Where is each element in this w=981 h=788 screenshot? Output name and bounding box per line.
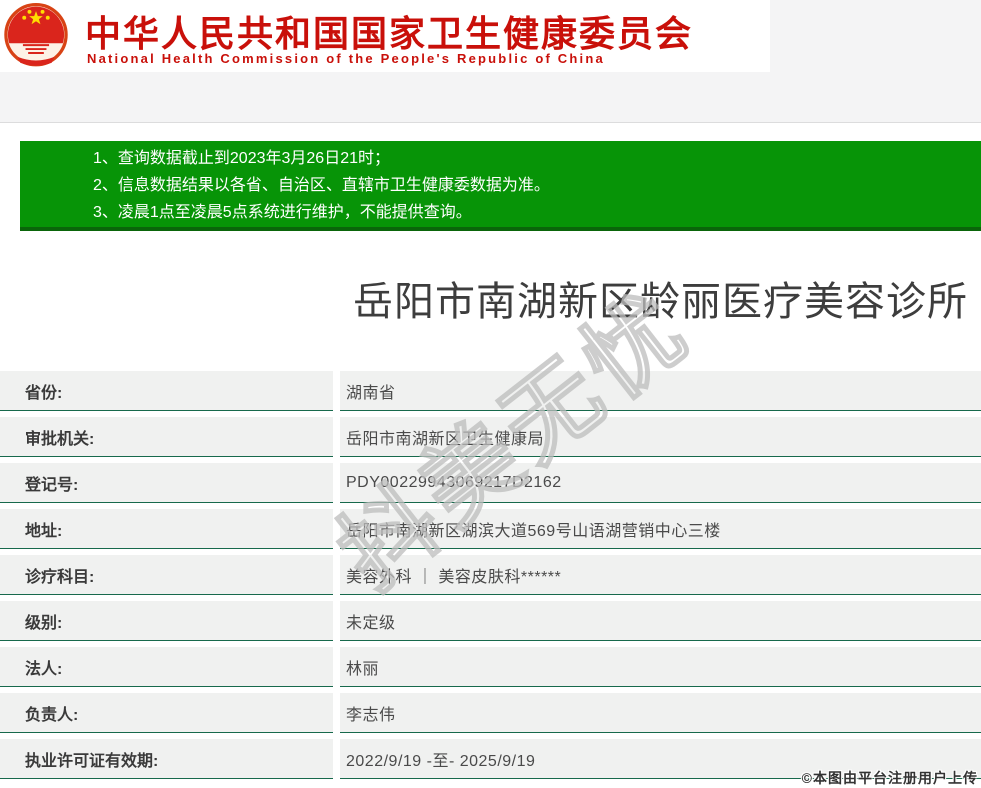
notice-box: 1、查询数据截止到2023年3月26日21时； 2、信息数据结果以各省、自治区、… bbox=[20, 141, 981, 231]
field-row: 负责人: 李志伟 bbox=[0, 693, 981, 733]
field-row: 登记号: PDY00229943069217D2162 bbox=[0, 463, 981, 503]
footer-credit: ©本图由平台注册用户上传 bbox=[802, 768, 978, 788]
field-label: 负责人: bbox=[0, 693, 333, 733]
field-value: PDY00229943069217D2162 bbox=[340, 463, 981, 503]
field-label: 诊疗科目: bbox=[0, 555, 333, 595]
field-label: 省份: bbox=[0, 371, 333, 411]
field-value: 湖南省 bbox=[340, 371, 981, 411]
field-value: 岳阳市南湖新区卫生健康局 bbox=[340, 417, 981, 457]
field-label: 地址: bbox=[0, 509, 333, 549]
field-label: 登记号: bbox=[0, 463, 333, 503]
page: 中华人民共和国国家卫生健康委员会 National Health Commiss… bbox=[0, 0, 981, 788]
column-gap bbox=[333, 417, 340, 457]
field-row: 地址: 岳阳市南湖新区湖滨大道569号山语湖营销中心三楼 bbox=[0, 509, 981, 549]
field-value: 未定级 bbox=[340, 601, 981, 641]
field-row: 级别: 未定级 bbox=[0, 601, 981, 641]
prc-national-emblem-icon bbox=[3, 2, 69, 70]
clinic-name-title: 岳阳市南湖新区龄丽医疗美容诊所 bbox=[0, 277, 981, 327]
notice-item: 1、查询数据截止到2023年3月26日21时； bbox=[93, 145, 971, 172]
column-gap bbox=[333, 509, 340, 549]
field-row: 省份: 湖南省 bbox=[0, 371, 981, 411]
notice-item: 3、凌晨1点至凌晨5点系统进行维护，不能提供查询。 bbox=[93, 199, 971, 226]
field-value: 李志伟 bbox=[340, 693, 981, 733]
org-name-english: National Health Commission of the People… bbox=[87, 51, 605, 66]
notice-item: 2、信息数据结果以各省、自治区、直辖市卫生健康委数据为准。 bbox=[93, 172, 971, 199]
column-gap bbox=[333, 739, 340, 779]
field-row: 诊疗科目: 美容外科 ｜ 美容皮肤科****** bbox=[0, 555, 981, 595]
org-name-chinese: 中华人民共和国国家卫生健康委员会 bbox=[85, 5, 693, 57]
field-label: 审批机关: bbox=[0, 417, 333, 457]
field-value: 美容外科 ｜ 美容皮肤科****** bbox=[340, 555, 981, 595]
field-row: 审批机关: 岳阳市南湖新区卫生健康局 bbox=[0, 417, 981, 457]
info-table: 省份: 湖南省 审批机关: 岳阳市南湖新区卫生健康局 登记号: PDY00229… bbox=[0, 371, 981, 785]
top-band: 中华人民共和国国家卫生健康委员会 National Health Commiss… bbox=[0, 0, 981, 123]
header-banner: 中华人民共和国国家卫生健康委员会 National Health Commiss… bbox=[0, 0, 770, 72]
field-value: 岳阳市南湖新区湖滨大道569号山语湖营销中心三楼 bbox=[340, 509, 981, 549]
field-label: 法人: bbox=[0, 647, 333, 687]
column-gap bbox=[333, 371, 340, 411]
column-gap bbox=[333, 647, 340, 687]
field-value: 林丽 bbox=[340, 647, 981, 687]
field-label: 执业许可证有效期: bbox=[0, 739, 333, 779]
field-label: 级别: bbox=[0, 601, 333, 641]
column-gap bbox=[333, 601, 340, 641]
field-row: 法人: 林丽 bbox=[0, 647, 981, 687]
column-gap bbox=[333, 555, 340, 595]
column-gap bbox=[333, 693, 340, 733]
column-gap bbox=[333, 463, 340, 503]
